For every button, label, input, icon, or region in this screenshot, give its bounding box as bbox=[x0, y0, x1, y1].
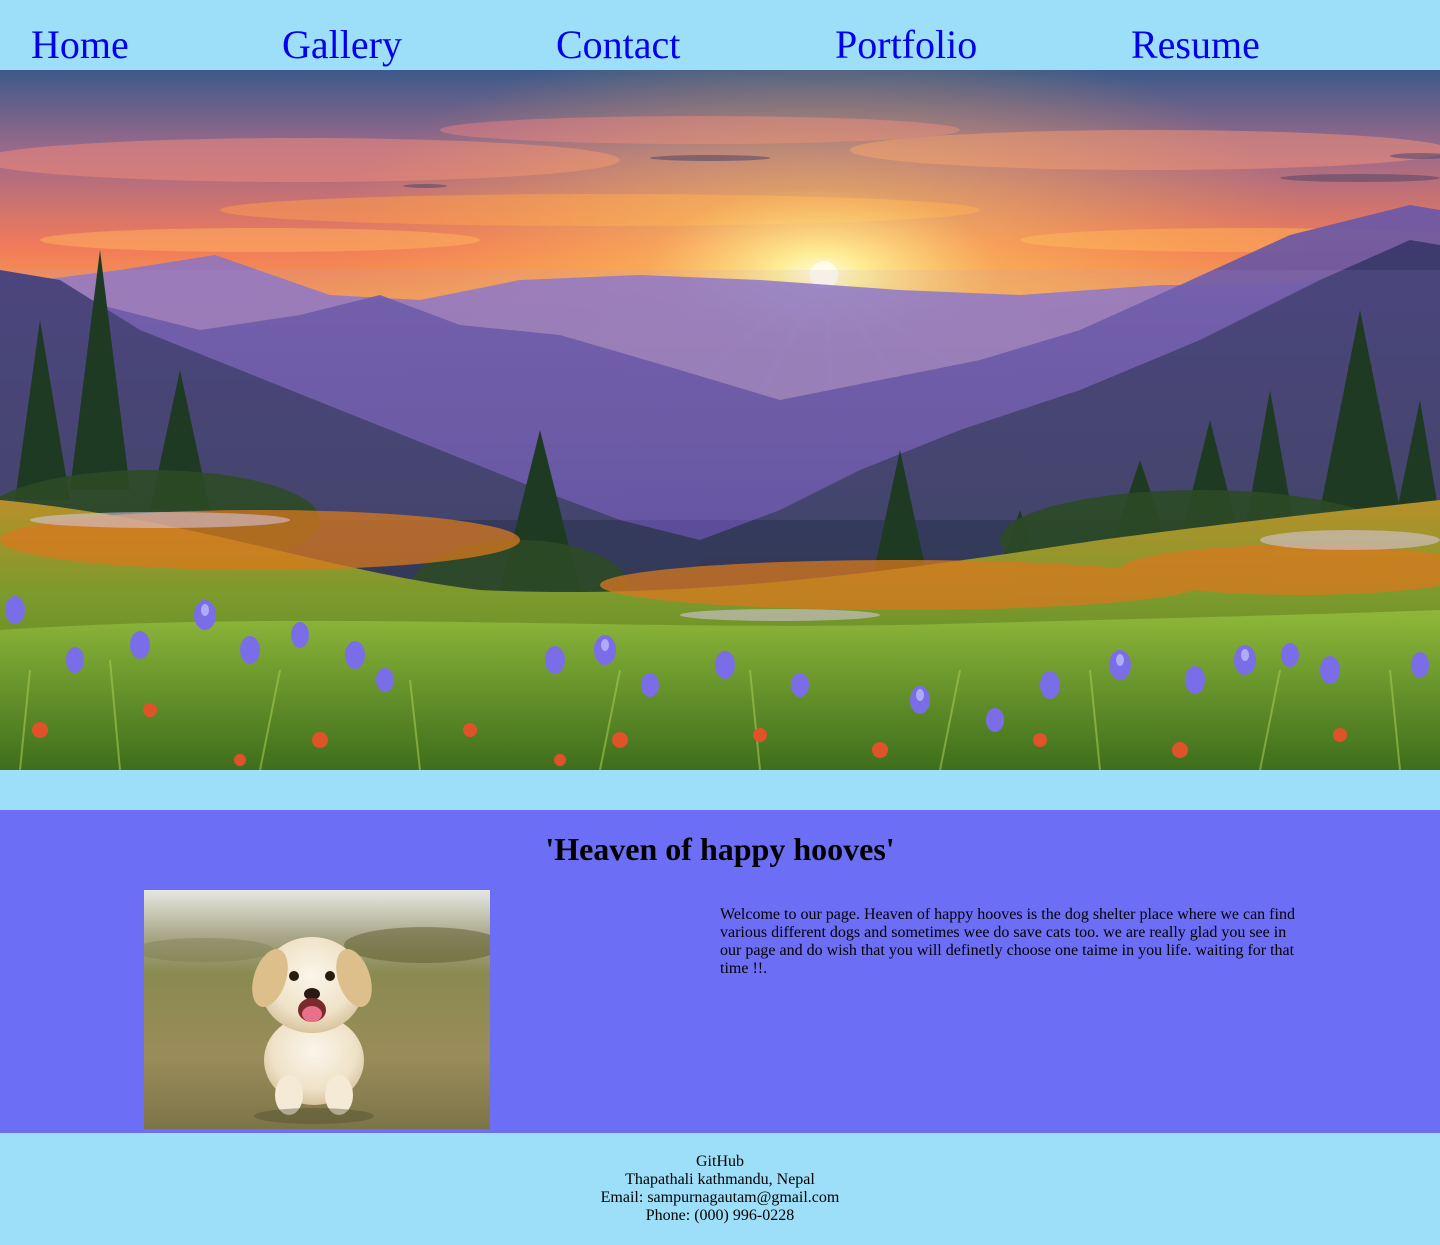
address-text: Thapathali kathmandu, Nepal bbox=[625, 1171, 815, 1188]
spacer-band bbox=[0, 770, 1440, 810]
nav-link-resume[interactable]: Resume bbox=[1131, 22, 1260, 68]
top-navigation: Home Gallery Contact Portfolio Resume bbox=[0, 0, 1440, 70]
phone-text: Phone: (000) 996-0228 bbox=[645, 1207, 795, 1224]
welcome-text: Welcome to our page. Heaven of happy hoo… bbox=[720, 906, 1295, 977]
footer: GitHub Thapathali kathmandu, Nepal Email… bbox=[0, 1133, 1440, 1245]
main-section: 'Heaven of happy hooves' Welcome to our … bbox=[0, 810, 1440, 1133]
page-title: 'Heaven of happy hooves' bbox=[545, 831, 895, 867]
nav-link-gallery[interactable]: Gallery bbox=[282, 22, 402, 68]
email-text: Email: sampurnagautam@gmail.com bbox=[600, 1189, 840, 1206]
nav-link-home[interactable]: Home bbox=[31, 22, 129, 68]
nav-link-portfolio[interactable]: Portfolio bbox=[835, 22, 977, 68]
hero-landscape-image bbox=[0, 70, 1440, 770]
nav-link-contact[interactable]: Contact bbox=[556, 22, 680, 68]
puppy-image bbox=[144, 890, 490, 1129]
github-text: GitHub bbox=[696, 1153, 744, 1170]
